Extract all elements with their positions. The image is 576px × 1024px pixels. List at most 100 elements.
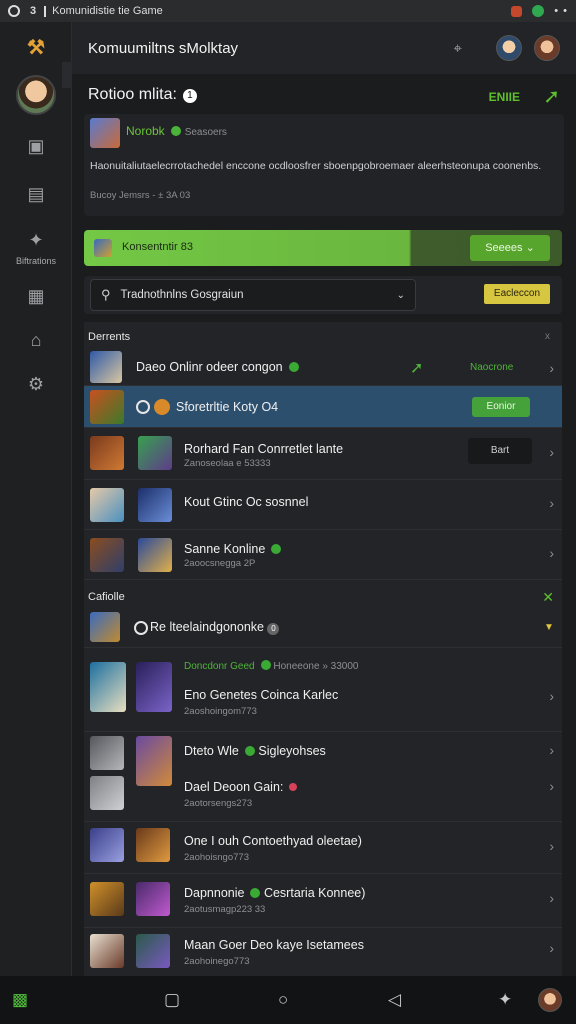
profile-meta: Bucoy Jemsrs - ± 3A 03 bbox=[90, 190, 191, 201]
chevron-right-icon[interactable]: › bbox=[549, 360, 554, 376]
radio-button[interactable] bbox=[134, 621, 148, 635]
game-thumbnail bbox=[138, 538, 172, 572]
rocket-icon[interactable]: ✦ bbox=[0, 228, 72, 252]
game-thumbnail bbox=[136, 828, 170, 862]
friend-avatar[interactable] bbox=[496, 35, 522, 61]
banner-button[interactable]: Seeees ⌄ bbox=[470, 235, 550, 261]
section-header: Cafiolle ✕ bbox=[84, 584, 562, 610]
profile-thumbnail bbox=[90, 118, 120, 148]
sidebar: ⚒ ▣ ▤ ✦ Biftrations ▦ ⌂ ⚙ bbox=[0, 22, 72, 976]
list-item[interactable]: Doncdonr Geed Honeeone » 33000 Eno Genet… bbox=[84, 648, 562, 732]
dashboard-icon[interactable]: ▦ bbox=[0, 284, 72, 308]
list-item[interactable]: Rorhard Fan Conrretlet lante Zanoseolaa … bbox=[84, 428, 562, 480]
list-item[interactable]: Dteto Wle Sigleyohses › Dael Deoon Gain:… bbox=[84, 732, 562, 822]
chevron-down-icon[interactable]: ▼ bbox=[544, 622, 554, 633]
online-dot-icon bbox=[288, 362, 299, 372]
online-dot-icon bbox=[250, 888, 261, 898]
trend-arrow-icon[interactable]: ➚ bbox=[543, 84, 560, 109]
chevron-right-icon[interactable]: › bbox=[549, 545, 554, 561]
back-icon[interactable]: ◁ bbox=[388, 990, 401, 1010]
page-title: Komuumiltns sMolktay bbox=[88, 39, 239, 57]
chevron-down-icon[interactable]: ⌄ bbox=[397, 290, 405, 301]
item-status: Naocrone bbox=[470, 362, 514, 373]
search-row: ⚲ Tradnothnlns Gosgraiun ⌄ Eacleccon bbox=[84, 276, 562, 314]
item-tag: Doncdonr Geed Honeeone » 33000 bbox=[184, 660, 359, 672]
item-title: Dteto Wle Sigleyohses bbox=[184, 744, 326, 758]
list-item[interactable]: One I ouh Contoethyad oleetae) 2aohoisng… bbox=[84, 822, 562, 874]
start-button[interactable]: Bart bbox=[468, 438, 532, 464]
list-item[interactable]: Sanne Konline 2aoocsnegga 2P › bbox=[84, 530, 562, 580]
list-item[interactable]: Daeo Onlinr odeer congon ➚ Naocrone › bbox=[84, 350, 562, 386]
item-title: Dael Deoon Gain: bbox=[184, 780, 298, 794]
status-icon bbox=[8, 5, 20, 17]
user-avatar[interactable] bbox=[538, 988, 562, 1012]
item-title: Daeo Onlinr odeer congon bbox=[136, 360, 299, 374]
list-item[interactable]: Re lteelaindgononke 0 ▼ bbox=[84, 610, 562, 648]
online-dot-icon bbox=[271, 544, 282, 554]
game-thumbnail bbox=[90, 390, 124, 424]
radio-button[interactable] bbox=[136, 400, 150, 414]
item-subtitle: 2aotusmagp223 33 bbox=[184, 904, 266, 915]
search-value[interactable]: Tradnothnlns Gosgraiun bbox=[121, 289, 397, 301]
header: Komuumiltns sMolktay ⌖ bbox=[72, 22, 576, 74]
item-subtitle: 2aohoinego773 bbox=[184, 956, 250, 967]
document-icon[interactable]: ▤ bbox=[0, 182, 72, 206]
item-subtitle: 2aoocsnegga 2P bbox=[184, 558, 256, 569]
list-item[interactable]: Dapnnonie Cesrtaria Konnee) 2aotusmagp22… bbox=[84, 874, 562, 928]
count-badge: 0 bbox=[267, 623, 280, 635]
chevron-right-icon[interactable]: › bbox=[549, 688, 554, 704]
home-icon[interactable]: ⌂ bbox=[0, 328, 72, 352]
profile-name[interactable]: Norobk Seasoers bbox=[126, 124, 227, 138]
trend-arrow-icon[interactable]: ➚ bbox=[410, 358, 423, 378]
filter-button[interactable]: Eacleccon bbox=[484, 284, 550, 304]
app-grid-icon[interactable]: ▩ bbox=[12, 990, 28, 1010]
chevron-right-icon[interactable]: › bbox=[549, 940, 554, 956]
game-thumbnail bbox=[90, 538, 124, 572]
settings-icon[interactable]: ⚙ bbox=[0, 372, 72, 396]
home-circle-icon[interactable]: ○ bbox=[278, 990, 288, 1010]
online-dot-icon bbox=[170, 126, 181, 136]
chevron-right-icon[interactable]: › bbox=[549, 890, 554, 906]
game-thumbnail bbox=[90, 436, 124, 470]
sidebar-label[interactable]: Biftrations bbox=[0, 256, 72, 266]
list-item[interactable]: Maan Goer Deo kaye Isetamees 2aohoinego7… bbox=[84, 928, 562, 976]
list-item[interactable]: Kout Gtinc Oc sosnnel › bbox=[84, 480, 562, 530]
logo-icon[interactable]: ⚒ bbox=[0, 36, 72, 59]
camera-icon[interactable]: ▣ bbox=[0, 134, 72, 158]
chevron-right-icon[interactable]: › bbox=[549, 838, 554, 854]
game-thumbnail bbox=[90, 488, 124, 522]
notification-icon bbox=[511, 5, 523, 17]
profile-status: ENIIE bbox=[488, 90, 520, 104]
join-button[interactable]: Eonior bbox=[472, 397, 530, 417]
info-badge[interactable]: 1 bbox=[182, 89, 197, 103]
star-icon[interactable]: ✦ bbox=[498, 990, 512, 1010]
item-title: Rorhard Fan Conrretlet lante bbox=[184, 442, 344, 456]
item-subtitle: 2aohoisngo773 bbox=[184, 852, 249, 863]
game-thumbnail bbox=[90, 828, 124, 862]
search-icon: ⚲ bbox=[101, 287, 111, 302]
banner-text: Konsentntir 83 bbox=[122, 241, 193, 253]
game-thumbnail bbox=[90, 776, 124, 810]
compass-icon[interactable]: ⌖ bbox=[454, 40, 462, 57]
orange-badge-icon bbox=[154, 399, 170, 415]
search-input[interactable]: ⚲ Tradnothnlns Gosgraiun ⌄ bbox=[90, 279, 416, 311]
chevron-right-icon[interactable]: › bbox=[549, 778, 554, 794]
item-title: Kout Gtinc Oc sosnnel bbox=[184, 495, 309, 509]
game-thumbnail bbox=[90, 662, 126, 712]
chevron-right-icon[interactable]: › bbox=[549, 742, 554, 758]
chevron-right-icon[interactable]: › bbox=[549, 444, 554, 460]
bottom-nav: ▩ ▢ ○ ◁ ✦ bbox=[0, 976, 576, 1024]
profile-avatar[interactable] bbox=[534, 35, 560, 61]
list-item-selected[interactable]: Sforetrltie Koty O4 Eonior bbox=[84, 386, 562, 428]
game-thumbnail bbox=[136, 882, 170, 916]
more-dots-icon[interactable]: • • bbox=[554, 5, 568, 17]
game-thumbnail bbox=[136, 736, 172, 786]
promo-banner: Konsentntir 83 Seeees ⌄ bbox=[84, 230, 562, 266]
chevron-right-icon[interactable]: › bbox=[549, 495, 554, 511]
alert-dot-icon bbox=[289, 783, 298, 791]
close-icon[interactable]: ✕ bbox=[542, 584, 554, 610]
recent-apps-icon[interactable]: ▢ bbox=[164, 990, 180, 1010]
item-title: One I ouh Contoethyad oleetae) bbox=[184, 834, 362, 848]
section-close-icon[interactable]: x bbox=[545, 324, 550, 350]
item-title: Sanne Konline bbox=[184, 542, 282, 556]
